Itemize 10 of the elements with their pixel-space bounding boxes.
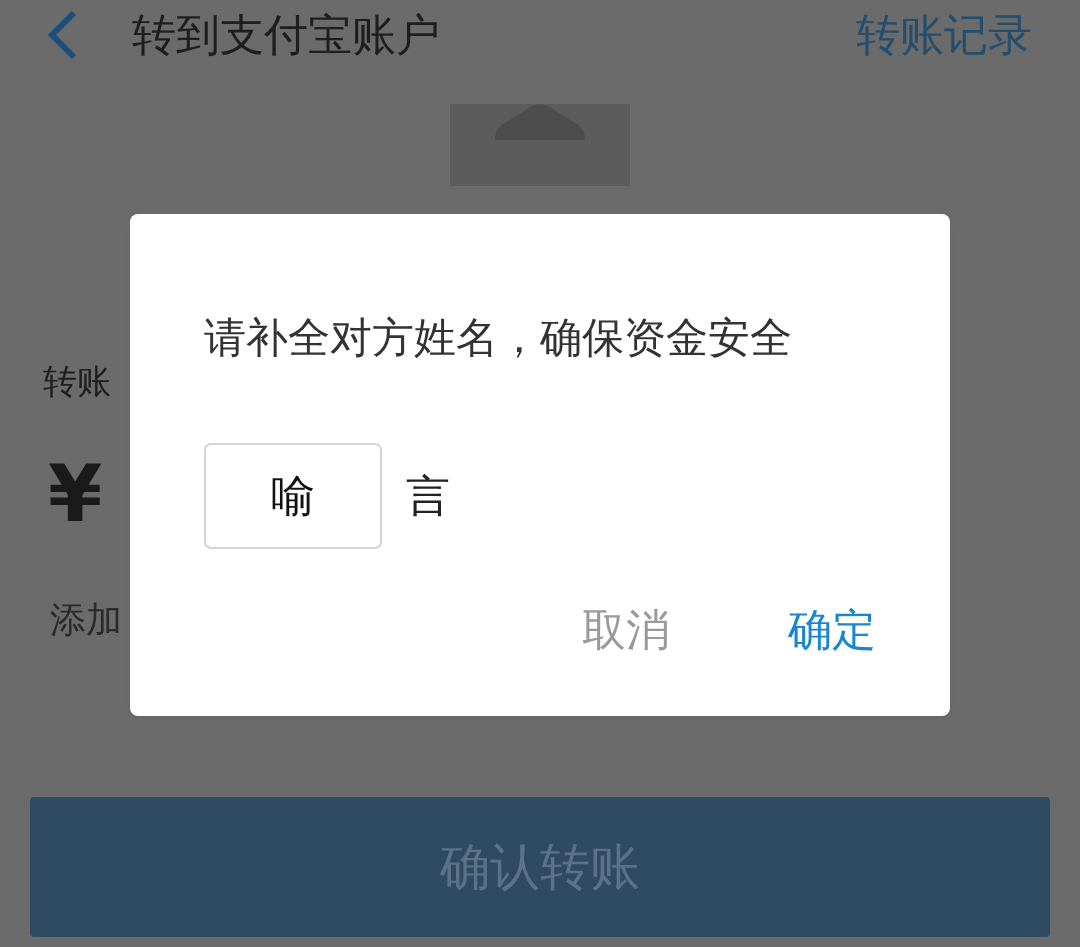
name-input-field[interactable]: 喻 xyxy=(204,443,382,549)
currency-symbol: ¥ xyxy=(48,455,103,533)
page-title: 转到支付宝账户 xyxy=(132,8,440,62)
confirm-button[interactable]: 确定 xyxy=(788,597,876,663)
cancel-button[interactable]: 取消 xyxy=(582,597,670,663)
note-label: 添加 xyxy=(50,598,122,642)
transfer-history-link[interactable]: 转账记录 xyxy=(856,2,1032,68)
amount-label: 转账 xyxy=(43,360,111,403)
dialog-message: 请补全对方姓名，确保资金安全 xyxy=(204,312,793,364)
name-suffix: 言 xyxy=(406,469,450,523)
